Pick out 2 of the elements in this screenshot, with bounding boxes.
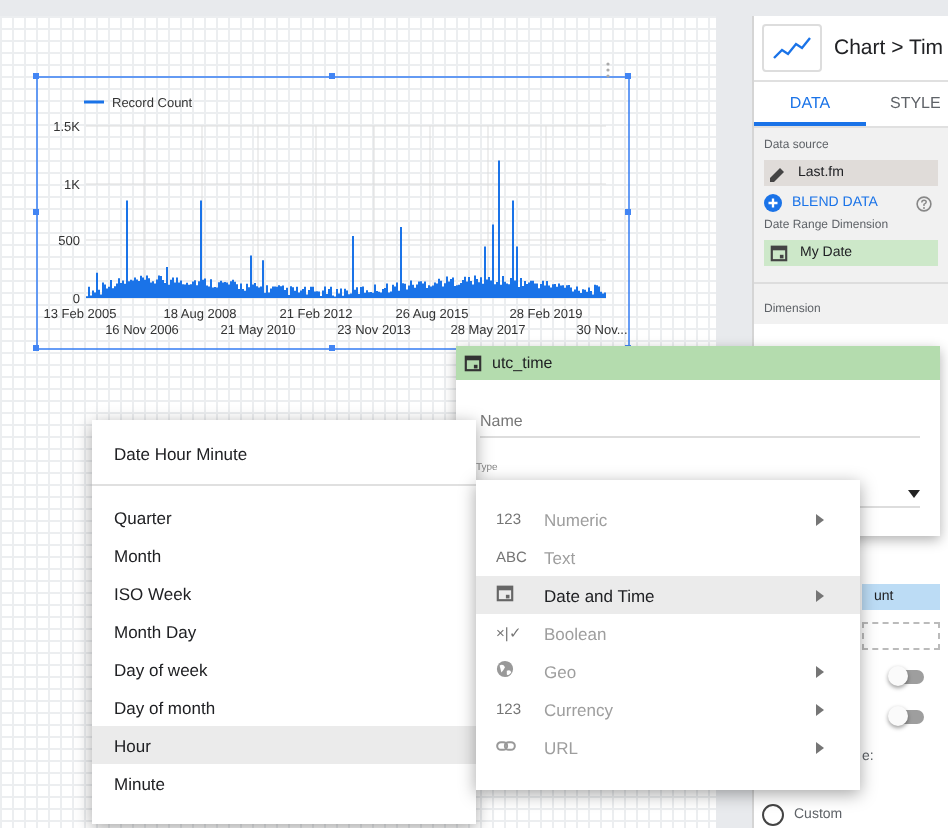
field-title: utc_time [492, 354, 553, 372]
panel-title: Chart > Tim [834, 36, 944, 60]
